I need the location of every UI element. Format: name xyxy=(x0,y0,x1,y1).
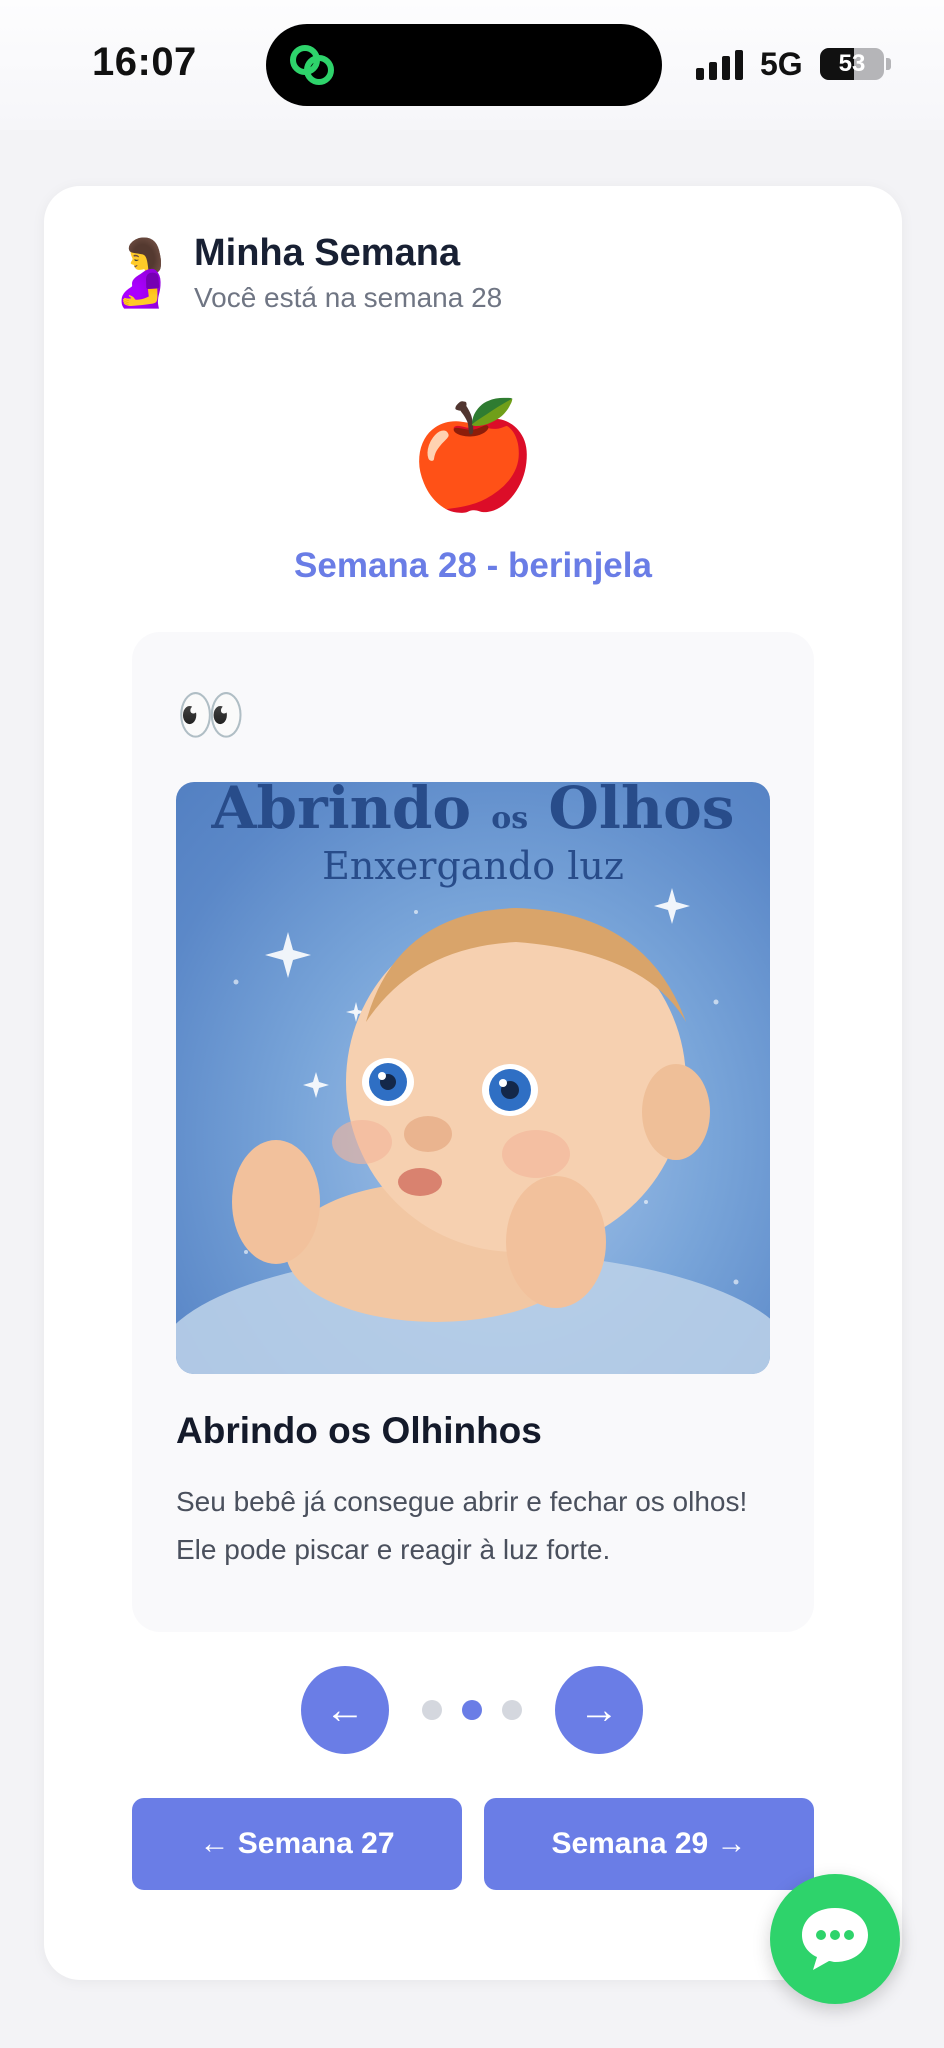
arrow-right-icon: → xyxy=(579,1688,619,1732)
carousel-dot[interactable] xyxy=(502,1700,522,1720)
page-title: Minha Semana xyxy=(194,232,461,274)
carousel-prev-button[interactable]: ← xyxy=(301,1666,389,1754)
link-app-icon xyxy=(290,45,334,85)
chat-bubble-icon xyxy=(802,1908,868,1970)
chat-button[interactable] xyxy=(770,1874,900,2004)
carousel-next-button[interactable]: → xyxy=(555,1666,643,1754)
info-text: Seu bebê já consegue abrir e fechar os o… xyxy=(176,1486,748,1565)
next-week-button[interactable]: Semana 29 → xyxy=(484,1798,814,1890)
info-heading: Abrindo os Olhinhos xyxy=(176,1410,542,1451)
baby-illustration: Abrindo os Olhos Enxergando luz xyxy=(176,782,770,1374)
eyes-icon: 👀 xyxy=(176,683,246,746)
carousel-dot-active[interactable] xyxy=(462,1700,482,1720)
dynamic-island xyxy=(266,24,662,106)
image-title: Abrindo os Olhos xyxy=(211,782,735,842)
pregnant-woman-icon: 🤰 xyxy=(100,235,183,309)
info-card: 👀 Abrindo os Olhos Enxergando luz Abrind… xyxy=(132,632,814,1632)
carousel-dot[interactable] xyxy=(422,1700,442,1720)
previous-week-button[interactable]: ← Semana 27 xyxy=(132,1798,462,1890)
status-time: 16:07 xyxy=(92,40,197,84)
battery-level: 53 xyxy=(838,50,866,77)
apple-icon: 🍎 xyxy=(408,398,538,514)
network-type: 5G xyxy=(760,46,803,82)
battery-cap xyxy=(886,58,891,70)
image-subtitle: Enxergando luz xyxy=(322,844,624,888)
arrow-left-icon: ← xyxy=(325,1688,365,1732)
week-title: Semana 28 - berinjela xyxy=(294,546,652,585)
page-subtitle: Você está na semana 28 xyxy=(194,282,503,313)
status-bar: 16:07 5G 53 xyxy=(0,0,944,130)
signal-icon xyxy=(696,50,743,80)
main-card: 🤰 Minha Semana Você está na semana 28 🍎 … xyxy=(44,186,902,1980)
battery-icon: 53 xyxy=(820,48,884,80)
